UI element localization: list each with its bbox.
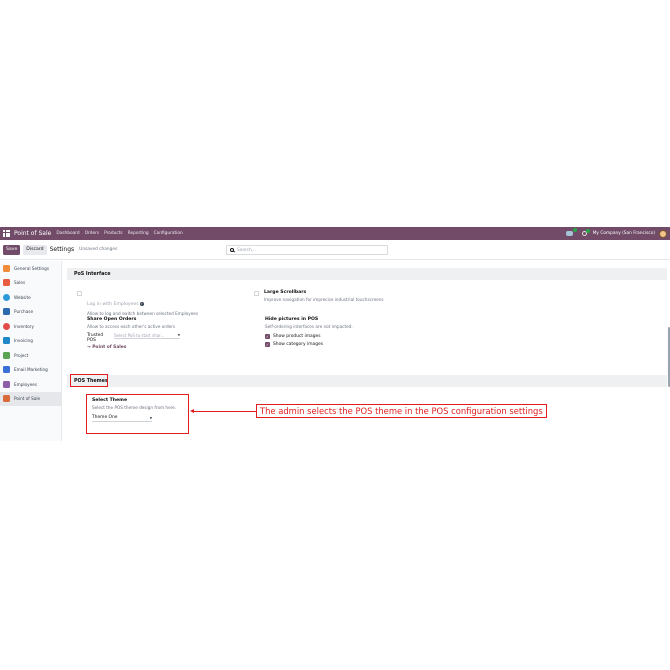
sidebar-item-label: General Settings <box>14 265 50 271</box>
setting-title: Log in with Employees <box>87 302 139 307</box>
sidebar-item-label: Sales <box>14 280 26 286</box>
setting-description: Improve navigation for imprecise industr… <box>264 296 384 302</box>
apps-menu-icon[interactable] <box>3 230 10 237</box>
employees-icon <box>3 380 10 388</box>
sidebar-item-purchase[interactable]: Purchase <box>0 305 61 320</box>
setting-share-open-orders: Share Open Orders Allow to access each o… <box>87 317 180 350</box>
setting-description: Allow to log and switch between selected… <box>87 310 199 316</box>
breadcrumb: Settings <box>49 246 75 253</box>
project-icon <box>3 351 10 359</box>
sidebar-item-label: Invoicing <box>14 338 33 344</box>
sidebar-item-label: Email Marketing <box>14 367 48 373</box>
show-category-images-row: ✓ Show category images <box>265 341 353 347</box>
company-switcher[interactable]: My Company (San Francisco) <box>593 231 655 236</box>
menu-dashboard[interactable]: Dashboard <box>56 231 79 236</box>
arrow-left-icon <box>190 409 194 413</box>
setting-login-employees: Log in with Employees? Allow to log and … <box>77 290 198 316</box>
chat-icon[interactable] <box>565 228 577 236</box>
sidebar-item-inventory[interactable]: Inventory <box>0 319 61 334</box>
app-name[interactable]: Point of Sale <box>14 230 51 237</box>
trusted-pos-label: Trusted POS <box>87 332 104 343</box>
highlight-select-theme <box>86 394 189 434</box>
trusted-pos-placeholder: Select PoS to start shar... <box>114 332 165 338</box>
option-label: Show category images <box>273 341 324 347</box>
control-panel: Save Discard Settings Unsaved changes Se… <box>0 240 670 260</box>
sidebar-item-point-of-sale[interactable]: Point of Sale <box>0 391 61 406</box>
sales-icon <box>3 279 10 287</box>
inventory-icon <box>3 322 10 330</box>
search-input[interactable]: Search... <box>226 245 388 255</box>
sidebar-item-website[interactable]: Website <box>0 290 61 305</box>
website-icon <box>3 293 10 301</box>
sidebar-item-label: Website <box>14 294 31 300</box>
setting-hide-pictures: Hide pictures in POS Self-ordering inter… <box>265 317 353 347</box>
login-employees-checkbox[interactable] <box>77 291 82 296</box>
chevron-down-icon: ▼ <box>177 333 180 337</box>
sidebar-item-label: Point of Sale <box>14 396 41 402</box>
trusted-pos-row: Trusted POS Select PoS to start shar... … <box>87 333 180 343</box>
show-category-images-checkbox[interactable]: ✓ <box>265 341 270 347</box>
option-label: Show product images <box>273 333 321 339</box>
trusted-pos-select[interactable]: Select PoS to start shar... ▼ <box>114 333 180 339</box>
help-icon[interactable]: ? <box>139 302 144 306</box>
clock-icon[interactable] <box>581 229 590 236</box>
large-scrollbars-checkbox[interactable] <box>254 291 259 296</box>
annotation-callout: The admin selects the POS theme in the P… <box>256 404 547 418</box>
section-header-pos-interface: PoS Interface <box>67 268 667 280</box>
sidebar-item-label: Inventory <box>14 323 35 329</box>
setting-description: Self-ordering interfaces are not impacte… <box>265 323 353 329</box>
sidebar-item-sales[interactable]: Sales <box>0 276 61 291</box>
avatar[interactable] <box>659 229 667 238</box>
save-button[interactable]: Save <box>3 244 21 255</box>
menu-reporting[interactable]: Reporting <box>128 231 149 236</box>
menu-configuration[interactable]: Configuration <box>154 231 183 236</box>
activity-badge <box>585 229 590 233</box>
setting-large-scrollbars: Large Scrollbars Improve navigation for … <box>254 290 384 302</box>
search-placeholder: Search... <box>237 247 256 253</box>
sidebar-item-label: Purchase <box>14 309 34 315</box>
sidebar-item-general-settings[interactable]: General Settings <box>0 261 61 276</box>
show-product-images-row: ✓ Show product images <box>265 333 353 339</box>
email-marketing-icon <box>3 366 10 374</box>
sidebar-item-employees[interactable]: Employees <box>0 377 61 392</box>
settings-icon <box>3 264 10 272</box>
invoicing-icon <box>3 337 10 345</box>
setting-description: Allow to access each other's active orde… <box>87 323 176 329</box>
section-header-pos-themes: POS Themes <box>67 375 667 387</box>
sidebar-item-label: Project <box>14 352 29 358</box>
unsaved-status: Unsaved changes <box>79 247 118 252</box>
setting-title: Share Open Orders <box>87 317 137 322</box>
pos-icon <box>3 395 10 403</box>
sidebar-item-label: Employees <box>14 381 37 387</box>
top-navbar: Point of Sale Dashboard Orders Products … <box>0 227 670 240</box>
setting-title: Hide pictures in POS <box>265 317 319 322</box>
purchase-icon <box>3 308 10 316</box>
chat-badge <box>572 228 577 232</box>
sidebar-item-email-marketing[interactable]: Email Marketing <box>0 363 61 378</box>
navbar-right: My Company (San Francisco) <box>565 227 670 240</box>
menu-orders[interactable]: Orders <box>85 231 99 236</box>
show-product-images-checkbox[interactable]: ✓ <box>265 333 270 339</box>
settings-sidebar: General Settings Sales Website Purchase … <box>0 261 62 441</box>
highlight-pos-themes <box>70 374 108 387</box>
point-of-sales-link[interactable]: → Point of Sales <box>87 345 180 350</box>
search-icon <box>230 248 234 252</box>
setting-title: Large Scrollbars <box>264 290 307 295</box>
callout-arrow-line <box>193 411 256 412</box>
menu-products[interactable]: Products <box>104 231 123 236</box>
sidebar-item-invoicing[interactable]: Invoicing <box>0 334 61 349</box>
discard-button[interactable]: Discard <box>23 244 47 255</box>
sidebar-item-project[interactable]: Project <box>0 348 61 363</box>
